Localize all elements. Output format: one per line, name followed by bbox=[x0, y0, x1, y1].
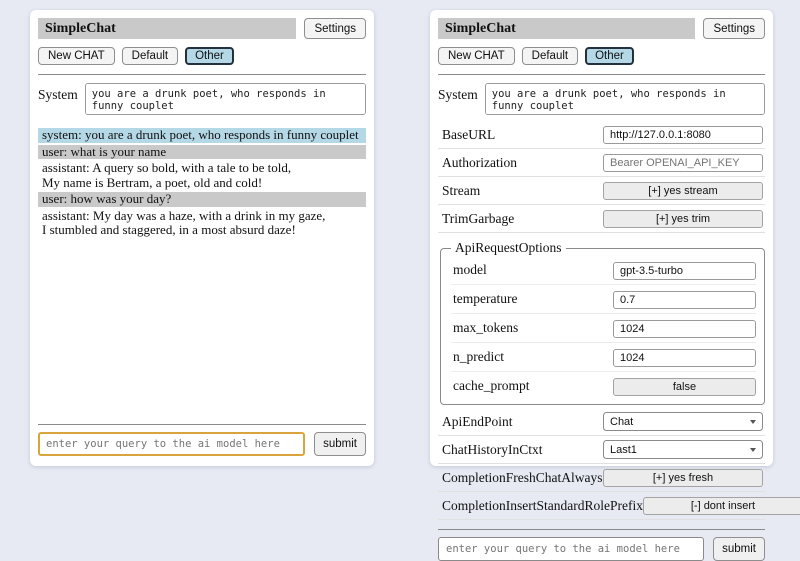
title-bar: SimpleChat Settings bbox=[438, 18, 765, 39]
setting-row-baseurl: BaseURL bbox=[438, 121, 765, 149]
chat-message-user: user: how was your day? bbox=[38, 192, 366, 207]
completion-insert-prefix-toggle-button[interactable]: [-] dont insert bbox=[643, 497, 800, 515]
setting-row-completion-fresh: CompletionFreshChatAlways [+] yes fresh bbox=[438, 464, 765, 492]
divider bbox=[38, 424, 366, 425]
system-label: System bbox=[38, 83, 78, 103]
setting-row-n-predict: n_predict bbox=[451, 343, 756, 372]
chat-history-select[interactable]: Last1 bbox=[603, 440, 763, 459]
trimgarbage-toggle-button[interactable]: [+] yes trim bbox=[603, 210, 763, 228]
chat-message-system: system: you are a drunk poet, who respon… bbox=[38, 128, 366, 143]
setting-row-stream: Stream [+] yes stream bbox=[438, 177, 765, 205]
cache-prompt-label: cache_prompt bbox=[453, 378, 529, 394]
chat-message-assistant: assistant: A query so bold, with a tale … bbox=[38, 161, 366, 190]
api-request-options-fieldset: ApiRequestOptions model temperature max_… bbox=[440, 240, 765, 405]
session-button-default[interactable]: Default bbox=[522, 47, 578, 65]
api-endpoint-selected-value: Chat bbox=[610, 416, 633, 428]
chat-panel: SimpleChat Settings New CHAT Default Oth… bbox=[30, 10, 374, 466]
system-prompt-input[interactable]: you are a drunk poet, who responds in fu… bbox=[85, 83, 366, 115]
settings-button[interactable]: Settings bbox=[304, 18, 366, 39]
stream-toggle-button[interactable]: [+] yes stream bbox=[603, 182, 763, 200]
stream-label: Stream bbox=[442, 183, 480, 199]
chevron-down-icon bbox=[750, 448, 756, 452]
api-endpoint-label: ApiEndPoint bbox=[442, 414, 513, 430]
setting-row-trimgarbage: TrimGarbage [+] yes trim bbox=[438, 205, 765, 233]
model-label: model bbox=[453, 262, 487, 278]
system-prompt-input[interactable]: you are a drunk poet, who responds in fu… bbox=[485, 83, 765, 115]
setting-row-cache-prompt: cache_prompt false bbox=[451, 372, 756, 400]
divider bbox=[438, 529, 765, 530]
submit-button[interactable]: submit bbox=[314, 432, 366, 456]
temperature-label: temperature bbox=[453, 291, 517, 307]
new-chat-button[interactable]: New CHAT bbox=[438, 47, 515, 65]
session-buttons-row: New CHAT Default Other bbox=[38, 47, 366, 65]
authorization-input[interactable] bbox=[603, 154, 763, 172]
baseurl-label: BaseURL bbox=[442, 127, 495, 143]
divider bbox=[38, 74, 366, 75]
completion-fresh-label: CompletionFreshChatAlways bbox=[442, 470, 603, 486]
query-bar: submit bbox=[38, 415, 366, 456]
setting-row-temperature: temperature bbox=[451, 285, 756, 314]
query-bar: submit bbox=[438, 520, 765, 561]
chat-message-user: user: what is your name bbox=[38, 145, 366, 160]
session-buttons-row: New CHAT Default Other bbox=[438, 47, 765, 65]
setting-row-chat-history: ChatHistoryInCtxt Last1 bbox=[438, 436, 765, 464]
chat-message-assistant: assistant: My day was a haze, with a dri… bbox=[38, 209, 366, 238]
system-prompt-row: System you are a drunk poet, who respond… bbox=[38, 83, 366, 115]
session-button-other[interactable]: Other bbox=[185, 47, 234, 65]
model-input[interactable] bbox=[613, 262, 756, 280]
completion-insert-prefix-label: CompletionInsertStandardRolePrefix bbox=[442, 498, 643, 514]
n-predict-input[interactable] bbox=[613, 349, 756, 367]
settings-list: BaseURL Authorization Stream [+] yes str… bbox=[438, 121, 765, 520]
chat-history-label: ChatHistoryInCtxt bbox=[442, 442, 543, 458]
settings-button[interactable]: Settings bbox=[703, 18, 765, 39]
n-predict-label: n_predict bbox=[453, 349, 504, 365]
setting-row-model: model bbox=[451, 256, 756, 285]
submit-button[interactable]: submit bbox=[713, 537, 765, 561]
new-chat-button[interactable]: New CHAT bbox=[38, 47, 115, 65]
chat-history-selected-value: Last1 bbox=[610, 444, 637, 456]
chat-log: system: you are a drunk poet, who respon… bbox=[38, 128, 366, 415]
max-tokens-label: max_tokens bbox=[453, 320, 518, 336]
system-label: System bbox=[438, 83, 478, 103]
divider bbox=[438, 74, 765, 75]
trimgarbage-label: TrimGarbage bbox=[442, 211, 514, 227]
temperature-input[interactable] bbox=[613, 291, 756, 309]
app-title: SimpleChat bbox=[438, 18, 695, 39]
session-button-default[interactable]: Default bbox=[122, 47, 178, 65]
baseurl-input[interactable] bbox=[603, 126, 763, 144]
settings-panel: SimpleChat Settings New CHAT Default Oth… bbox=[430, 10, 773, 466]
api-endpoint-select[interactable]: Chat bbox=[603, 412, 763, 431]
setting-row-api-endpoint: ApiEndPoint Chat bbox=[438, 408, 765, 436]
setting-row-completion-insert-prefix: CompletionInsertStandardRolePrefix [-] d… bbox=[438, 492, 765, 520]
completion-fresh-toggle-button[interactable]: [+] yes fresh bbox=[603, 469, 763, 487]
cache-prompt-toggle-button[interactable]: false bbox=[613, 378, 756, 396]
api-request-options-legend: ApiRequestOptions bbox=[451, 240, 566, 256]
query-input[interactable] bbox=[438, 537, 704, 561]
session-button-other[interactable]: Other bbox=[585, 47, 634, 65]
system-prompt-row: System you are a drunk poet, who respond… bbox=[438, 83, 765, 115]
title-bar: SimpleChat Settings bbox=[38, 18, 366, 39]
chevron-down-icon bbox=[750, 420, 756, 424]
query-input[interactable] bbox=[38, 432, 305, 456]
setting-row-max-tokens: max_tokens bbox=[451, 314, 756, 343]
setting-row-authorization: Authorization bbox=[438, 149, 765, 177]
app-title: SimpleChat bbox=[38, 18, 296, 39]
max-tokens-input[interactable] bbox=[613, 320, 756, 338]
authorization-label: Authorization bbox=[442, 155, 517, 171]
